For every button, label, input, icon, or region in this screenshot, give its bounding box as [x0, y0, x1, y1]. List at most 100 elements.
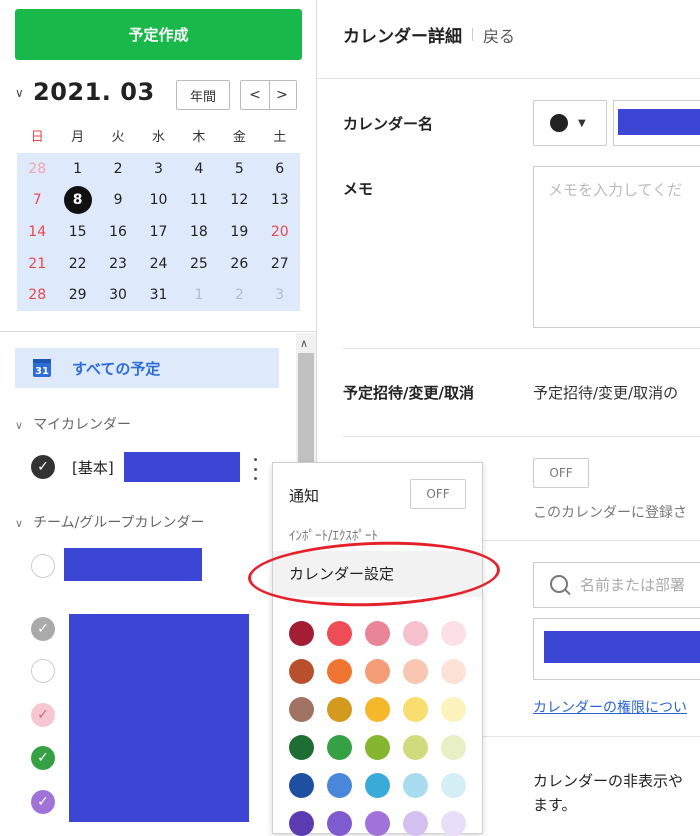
calendar-day[interactable]: 28 [17, 153, 57, 185]
calendar-day[interactable]: 28 [17, 279, 57, 311]
calendar-day[interactable]: 13 [260, 185, 300, 217]
calendar-day[interactable]: 15 [57, 216, 97, 248]
calendar-day[interactable]: 16 [98, 216, 138, 248]
color-swatch[interactable] [365, 697, 390, 722]
member-search-input[interactable]: 名前または部署 [533, 562, 700, 608]
color-swatch[interactable] [327, 811, 352, 836]
color-swatch[interactable] [365, 773, 390, 798]
calendar-day[interactable]: 29 [57, 279, 97, 311]
color-swatch[interactable] [441, 697, 466, 722]
my-calendar-section[interactable]: ∨ マイカレンダー [15, 414, 131, 434]
color-swatch[interactable] [327, 621, 352, 646]
color-swatch[interactable] [327, 697, 352, 722]
calendar-day-today[interactable]: 8 [57, 185, 97, 217]
calendar-day[interactable]: 25 [179, 248, 219, 280]
calendar-day[interactable]: 2 [98, 153, 138, 185]
notify-description: このカレンダーに登録さ [533, 505, 687, 521]
calendar-day[interactable]: 20 [260, 216, 300, 248]
my-calendar-item-label[interactable]: [基本] [72, 457, 114, 478]
check-icon[interactable]: ✓ [31, 703, 55, 727]
calendar-name-input[interactable] [613, 100, 700, 146]
color-swatch[interactable] [289, 659, 314, 684]
color-swatch[interactable] [441, 773, 466, 798]
calendar-day[interactable]: 19 [219, 216, 259, 248]
calendar-day[interactable]: 17 [138, 216, 178, 248]
calendar-day[interactable]: 2 [219, 279, 259, 311]
next-month-button[interactable]: > [268, 80, 297, 110]
calendar-day[interactable]: 22 [57, 248, 97, 280]
check-icon[interactable]: ✓ [31, 455, 55, 479]
calendar-day[interactable]: 1 [179, 279, 219, 311]
team-calendar-section[interactable]: ∨ チーム/グループカレンダー [15, 512, 205, 532]
sidebar-divider [0, 331, 316, 332]
calendar-day[interactable]: 12 [219, 185, 259, 217]
calendar-day[interactable]: 14 [17, 216, 57, 248]
more-options-icon[interactable] [250, 458, 260, 480]
chevron-down-icon[interactable]: ∨ [15, 86, 24, 100]
calendar-day[interactable]: 1 [57, 153, 97, 185]
calendar-day[interactable]: 10 [138, 185, 178, 217]
color-swatch[interactable] [289, 735, 314, 760]
prev-month-button[interactable]: < [240, 80, 270, 110]
color-swatch[interactable] [365, 659, 390, 684]
color-swatch[interactable] [441, 621, 466, 646]
calendar-day[interactable]: 30 [98, 279, 138, 311]
mini-calendar: 28 1 2 3 4 5 6 7 8 9 10 11 12 13 14 15 1… [17, 153, 300, 311]
calendar-day[interactable]: 18 [179, 216, 219, 248]
color-swatch[interactable] [327, 659, 352, 684]
unchecked-circle-icon[interactable] [31, 554, 55, 578]
back-link[interactable]: 戻る [483, 23, 515, 47]
calendar-day[interactable]: 23 [98, 248, 138, 280]
calendar-day[interactable]: 3 [138, 153, 178, 185]
calendar-day[interactable]: 21 [17, 248, 57, 280]
color-swatch[interactable] [289, 697, 314, 722]
calendar-day[interactable]: 7 [17, 185, 57, 217]
color-swatch[interactable] [289, 773, 314, 798]
check-icon[interactable]: ✓ [31, 746, 55, 770]
color-swatch[interactable] [403, 735, 428, 760]
scroll-up-icon[interactable]: ∧ [300, 337, 308, 350]
color-swatch[interactable] [365, 621, 390, 646]
color-swatch[interactable] [327, 773, 352, 798]
color-swatch[interactable] [403, 697, 428, 722]
calendar-day[interactable]: 4 [179, 153, 219, 185]
color-swatch[interactable] [403, 659, 428, 684]
color-swatch[interactable] [403, 773, 428, 798]
calendar-day[interactable]: 3 [260, 279, 300, 311]
color-dropdown[interactable]: ▼ [533, 100, 607, 146]
memo-textarea[interactable]: メモを入力してくだ [533, 166, 700, 328]
color-swatch[interactable] [403, 621, 428, 646]
calendar-day[interactable]: 6 [260, 153, 300, 185]
weekday-label: 金 [232, 130, 246, 145]
color-swatch[interactable] [365, 735, 390, 760]
import-export-item[interactable]: ｲﾝﾎﾟｰﾄ/ｴｸｽﾎﾟｰﾄ [289, 525, 378, 544]
color-swatch[interactable] [289, 811, 314, 836]
color-swatch[interactable] [441, 735, 466, 760]
color-swatch[interactable] [289, 621, 314, 646]
color-swatch[interactable] [327, 735, 352, 760]
calendar-week: 28 1 2 3 4 5 6 [17, 153, 300, 185]
calendar-day[interactable]: 24 [138, 248, 178, 280]
permission-help-link[interactable]: カレンダーの権限につい [533, 697, 687, 717]
calendar-day[interactable]: 26 [219, 248, 259, 280]
unchecked-circle-icon[interactable] [31, 659, 55, 683]
weekday-label: 土 [273, 130, 287, 145]
notify-toggle-button[interactable]: OFF [533, 458, 589, 488]
calendar-day[interactable]: 27 [260, 248, 300, 280]
color-swatch[interactable] [441, 811, 466, 836]
check-icon[interactable]: ✓ [31, 790, 55, 814]
color-swatch[interactable] [441, 659, 466, 684]
check-icon[interactable]: ✓ [31, 617, 55, 641]
calendar-settings-item[interactable]: カレンダー設定 [273, 551, 482, 597]
calendar-day[interactable]: 9 [98, 185, 138, 217]
calendar-day[interactable]: 31 [138, 279, 178, 311]
create-event-button[interactable]: 予定作成 [15, 9, 302, 60]
notify-toggle-button[interactable]: OFF [410, 479, 466, 509]
year-view-button[interactable]: 年間 [176, 80, 230, 110]
month-header: ∨ 2021. 03 年間 < > [15, 78, 305, 110]
color-swatch[interactable] [403, 811, 428, 836]
color-swatch[interactable] [365, 811, 390, 836]
all-events-item[interactable]: 31 すべての予定 [15, 348, 279, 388]
calendar-day[interactable]: 5 [219, 153, 259, 185]
calendar-day[interactable]: 11 [179, 185, 219, 217]
